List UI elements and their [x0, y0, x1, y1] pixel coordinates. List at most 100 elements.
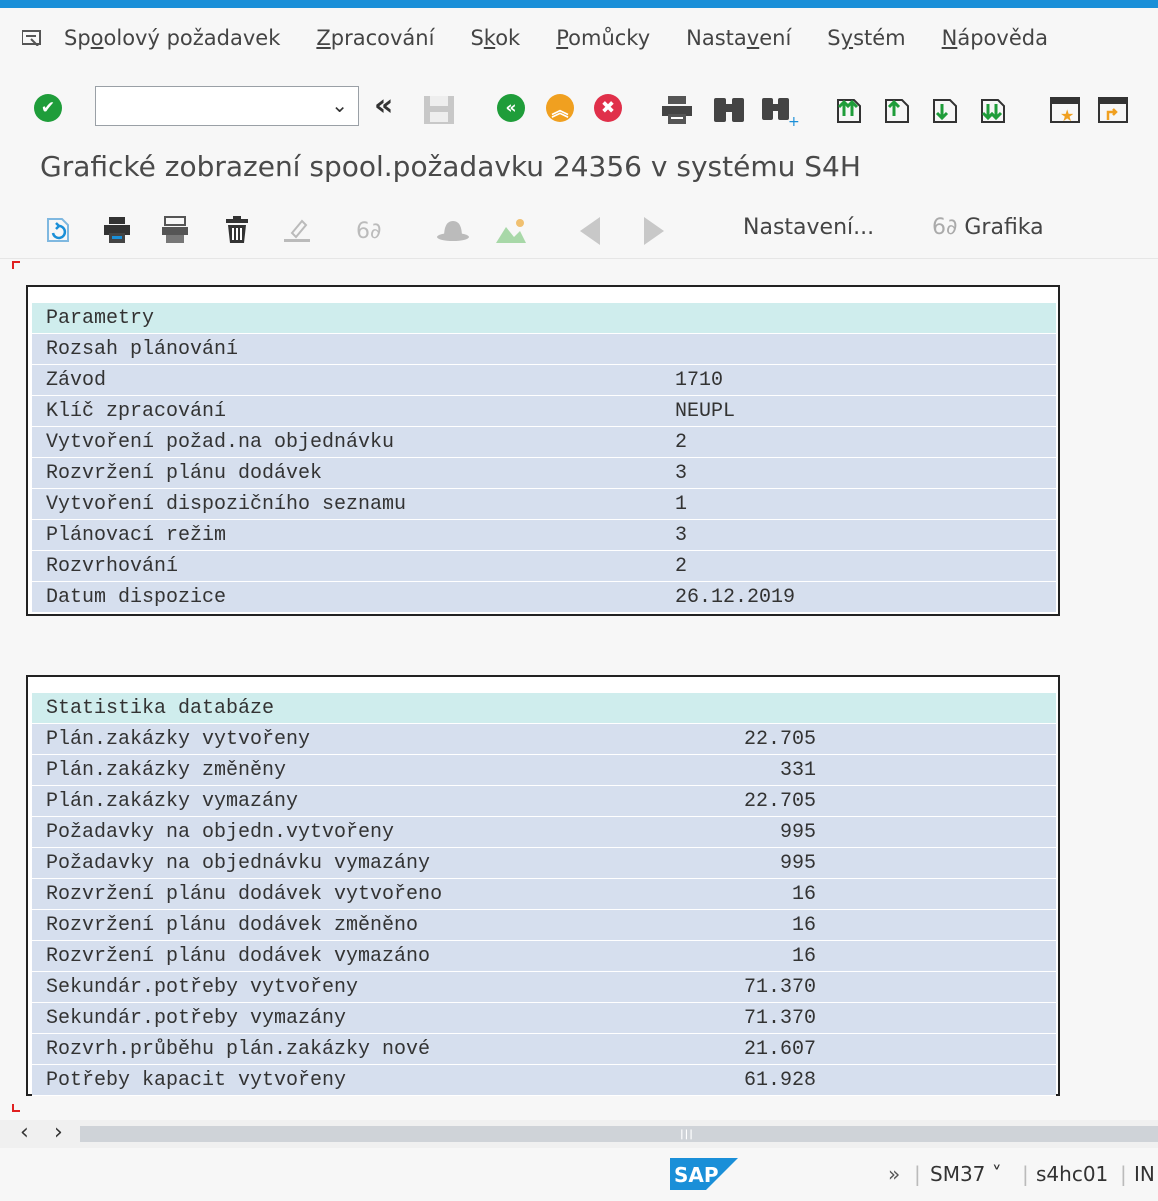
chevron-down-icon[interactable]: ⌄ — [331, 93, 348, 117]
transaction-code: SM37 — [930, 1162, 986, 1186]
back-icon[interactable]: « — [497, 94, 525, 122]
page-title: Grafické zobrazení spool.požadavku 24356… — [40, 150, 861, 183]
row-value: 2 — [675, 427, 1056, 458]
print-icon[interactable] — [660, 94, 694, 130]
menu-item-mnemonic: k — [483, 26, 496, 50]
application-toolbar: 6∂ Nastavení... 6∂ Grafika — [0, 205, 1158, 255]
horizontal-scrollbar[interactable]: ‹ › ||| — [0, 1120, 1158, 1148]
menu-item-mnemonic: v — [746, 26, 760, 50]
row-value: 995 — [446, 817, 1056, 848]
menu-item-text: olový požadavek — [103, 26, 281, 50]
row-value: 22.705 — [446, 786, 1056, 817]
menu-item-mnemonic: Z — [316, 26, 331, 50]
command-field[interactable]: ⌄ — [95, 86, 359, 126]
menu-toggle-icon[interactable] — [21, 30, 42, 47]
row-value: 16 — [446, 910, 1056, 941]
menu-item-text: pracování — [330, 26, 435, 50]
row-label: Rozvržení plánu dodávek vytvořeno — [32, 879, 446, 910]
menu-item[interactable]: Pomůcky — [556, 26, 650, 50]
status-bar: SAP » | SM37 ˅ | s4hc01 | IN — [0, 1150, 1158, 1201]
find-next-icon[interactable]: + — [760, 94, 800, 130]
table-row: Rozvržení plánu dodávek vymazáno 16 — [32, 941, 1056, 972]
print-directly-icon[interactable] — [102, 215, 132, 249]
refresh-icon[interactable] — [44, 215, 74, 249]
menu-item-text: S — [827, 26, 841, 50]
status-more-button[interactable]: » — [888, 1162, 900, 1186]
cancel-icon[interactable]: ✖ — [594, 94, 622, 122]
display-icon: 6∂ — [356, 219, 382, 244]
table-row: Rozvrhování 2 — [32, 551, 1056, 582]
status-transaction[interactable]: SM37 ˅ — [930, 1162, 1002, 1186]
table-row: Rozvržení plánu dodávek 3 — [32, 458, 1056, 489]
save-icon — [422, 94, 456, 130]
next-page-icon[interactable] — [928, 94, 962, 130]
row-label: Požadavky na objedn.vytvořeny — [32, 817, 446, 848]
generate-shortcut-icon[interactable] — [1096, 94, 1130, 130]
print-settings-icon[interactable] — [160, 215, 190, 249]
menu-item-text: ení — [759, 26, 792, 50]
table-header: Parametry — [32, 303, 1056, 334]
row-label: Požadavky na objednávku vymazány — [32, 848, 446, 879]
row-label: Rozvržení plánu dodávek změněno — [32, 910, 446, 941]
menu-item-text: omůcky — [568, 26, 651, 50]
delete-icon[interactable] — [222, 215, 252, 249]
row-label: Plán.zakázky vymazány — [32, 786, 446, 817]
frame-corner-bottom — [12, 1104, 20, 1112]
frame-corner-top — [12, 261, 20, 269]
scrollbar-grip-icon[interactable]: ||| — [680, 1129, 694, 1140]
settings-button[interactable]: Nastavení... — [743, 215, 874, 240]
row-value: 22.705 — [446, 724, 1056, 755]
statistics-table: Statistika databáze Plán.zakázky vytvořen… — [32, 693, 1056, 1096]
glasses-icon: 6∂ — [932, 215, 965, 240]
menu-items: Spoolový požadavek Zpracování Skok Pomůcky N… — [64, 26, 1084, 50]
menu-item-text: S — [470, 26, 484, 50]
hat-icon — [436, 217, 470, 247]
table-row: Požadavky na objedn.vytvořeny 995 — [32, 817, 1056, 848]
menu-item[interactable]: Systém — [827, 26, 905, 50]
previous-page-icon[interactable] — [880, 94, 914, 130]
menu-bar: Spoolový požadavek Zpracování Skok Pomůcky N… — [0, 8, 1158, 68]
table-row: Vytvoření požad.na objednávku 2 — [32, 427, 1056, 458]
table-row: Plán.zakázky změněny 331 — [32, 755, 1056, 786]
scrollbar-track[interactable] — [80, 1126, 1158, 1142]
find-icon[interactable] — [712, 94, 746, 130]
scroll-left-icon[interactable]: ‹ — [20, 1120, 29, 1145]
chevron-down-icon[interactable]: ˅ — [992, 1162, 1002, 1186]
menu-item[interactable]: Spoolový požadavek — [64, 26, 280, 50]
row-label: Rozvrh.průběhu plán.zakázky nové — [32, 1034, 446, 1065]
row-value: 71.370 — [446, 972, 1056, 1003]
table-header-row: Statistika databáze — [32, 693, 1056, 724]
table-row: Sekundár.potřeby vymazány 71.370 — [32, 1003, 1056, 1034]
row-label: Plán.zakázky změněny — [32, 755, 446, 786]
row-value: 1710 — [675, 365, 1056, 396]
row-label: Vytvoření dispozičního seznamu — [32, 489, 675, 520]
menu-item-mnemonic: o — [90, 26, 104, 50]
last-page-icon[interactable] — [976, 94, 1010, 130]
sap-logo: SAP — [670, 1158, 738, 1190]
row-label: Rozsah plánování — [32, 334, 675, 365]
menu-item[interactable]: Nastavení — [686, 26, 791, 50]
menu-item[interactable]: Skok — [470, 26, 520, 50]
enter-icon[interactable]: ✔ — [34, 94, 62, 122]
status-mode: IN — [1134, 1162, 1155, 1186]
menu-item[interactable]: Zpracování — [316, 26, 434, 50]
table-row: Plánovací režim 3 — [32, 520, 1056, 551]
command-input[interactable] — [96, 87, 326, 125]
menu-item-text: Nasta — [686, 26, 747, 50]
row-label: Klíč zpracování — [32, 396, 675, 427]
collapse-toolbar-icon[interactable]: « — [374, 88, 393, 123]
scroll-right-icon[interactable]: › — [54, 1120, 63, 1145]
row-value: 26.12.2019 — [675, 582, 1056, 613]
graphics-button[interactable]: 6∂ Grafika — [932, 215, 1044, 240]
table-row: Rozvržení plánu dodávek vytvořeno 16 — [32, 879, 1056, 910]
row-label: Vytvoření požad.na objednávku — [32, 427, 675, 458]
create-session-icon[interactable]: ★ — [1048, 94, 1082, 130]
exit-icon[interactable]: ︽ — [546, 94, 574, 122]
menu-item[interactable]: Nápověda — [942, 26, 1048, 50]
table-row: Rozvrh.průběhu plán.zakázky nové 21.607 — [32, 1034, 1056, 1065]
edit-icon — [282, 215, 312, 249]
first-page-icon[interactable] — [832, 94, 866, 130]
row-label: Potřeby kapacit vytvořeny — [32, 1065, 446, 1096]
row-label: Plánovací režim — [32, 520, 675, 551]
row-label: Rozvrhování — [32, 551, 675, 582]
